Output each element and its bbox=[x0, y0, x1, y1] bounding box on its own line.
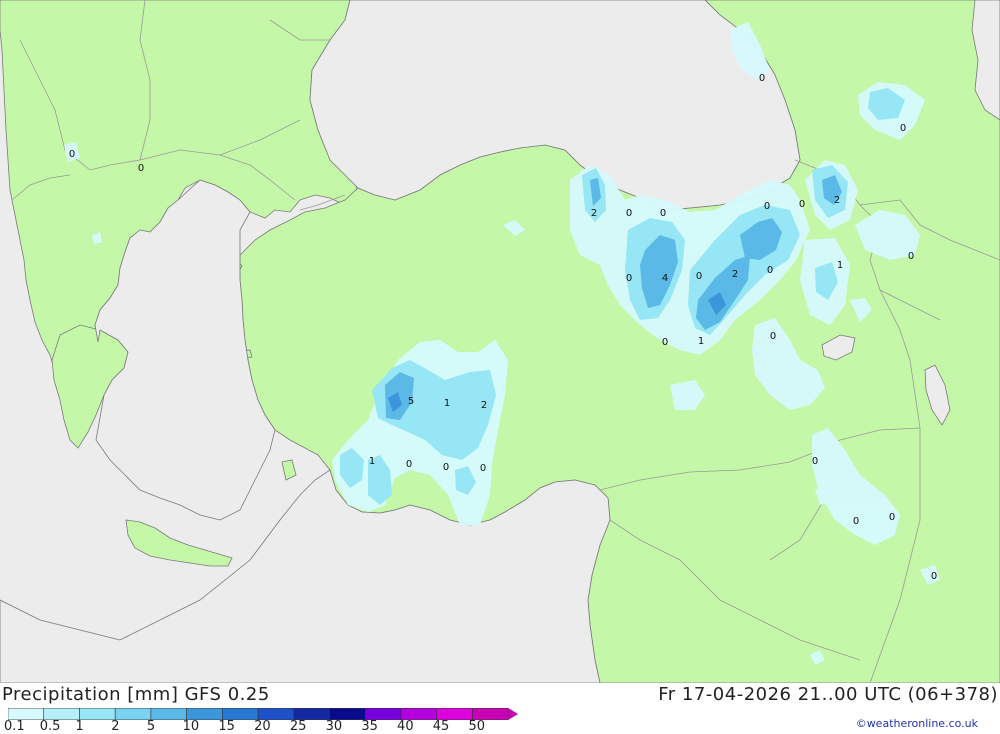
credit-link[interactable]: ©weatheronline.co.uk bbox=[856, 717, 978, 730]
map-title: Precipitation [mm] GFS 0.25 bbox=[2, 684, 270, 705]
legend-label: 45 bbox=[432, 719, 450, 734]
precip-value: 5 bbox=[408, 396, 414, 407]
precip-value: 1 bbox=[698, 336, 704, 347]
legend-label: 15 bbox=[218, 719, 235, 734]
precip-value: 0 bbox=[662, 337, 668, 348]
precip-value: 0 bbox=[770, 331, 776, 342]
legend-label: 40 bbox=[397, 719, 414, 734]
precip-value: 0 bbox=[908, 251, 914, 262]
legend-label: 10 bbox=[182, 719, 200, 734]
precipitation-map: 0 0 0 0 2 0 0 0 0 2 0 4 0 2 0 1 0 0 1 0 … bbox=[0, 0, 1000, 683]
precip-value: 2 bbox=[481, 400, 487, 411]
legend-label: 30 bbox=[325, 719, 343, 734]
legend-label: 0.1 bbox=[4, 719, 25, 734]
legend-label: 20 bbox=[254, 719, 271, 734]
legend-label: 5 bbox=[146, 719, 156, 734]
precip-value: 0 bbox=[853, 516, 859, 527]
precip-value: 1 bbox=[369, 456, 375, 467]
precip-value: 0 bbox=[626, 273, 632, 284]
precip-value: 0 bbox=[931, 571, 937, 582]
legend-label: 35 bbox=[361, 719, 378, 734]
precip-value: 4 bbox=[662, 273, 668, 284]
legend-label: 1 bbox=[75, 719, 84, 734]
precip-value: 0 bbox=[480, 463, 486, 474]
precip-value: 0 bbox=[138, 163, 144, 174]
precip-value: 0 bbox=[767, 265, 773, 276]
legend-label: 2 bbox=[111, 719, 120, 734]
legend-label: 50 bbox=[468, 719, 486, 734]
legend-swatch bbox=[150, 708, 187, 720]
precip-value: 2 bbox=[591, 208, 597, 219]
precip-value: 0 bbox=[696, 271, 702, 282]
precip-value: 0 bbox=[443, 462, 449, 473]
legend-label: 25 bbox=[289, 719, 307, 734]
legend-label: 0.5 bbox=[39, 719, 61, 734]
forecast-time: Fr 17-04-2026 21..00 UTC (06+378) bbox=[658, 684, 998, 705]
precip-value: 0 bbox=[406, 459, 412, 470]
precip-value: 0 bbox=[759, 73, 765, 84]
precip-value: 0 bbox=[799, 199, 805, 210]
precip-value: 0 bbox=[812, 456, 818, 467]
precip-value: 0 bbox=[69, 149, 75, 160]
legend-swatch bbox=[79, 708, 116, 720]
precip-value: 0 bbox=[764, 201, 770, 212]
legend-swatch bbox=[114, 708, 152, 720]
precip-value: 1 bbox=[837, 260, 843, 271]
precip-value: 0 bbox=[626, 208, 632, 219]
precip-value: 2 bbox=[732, 269, 738, 280]
precip-value: 0 bbox=[900, 123, 906, 134]
precip-value: 0 bbox=[889, 512, 895, 523]
footer: Precipitation [mm] GFS 0.25 Fr 17-04-202… bbox=[0, 683, 1000, 734]
precip-value: 1 bbox=[444, 398, 450, 409]
precip-value: 2 bbox=[834, 195, 840, 206]
precip-value: 0 bbox=[660, 208, 666, 219]
legend-arrow bbox=[508, 708, 519, 720]
